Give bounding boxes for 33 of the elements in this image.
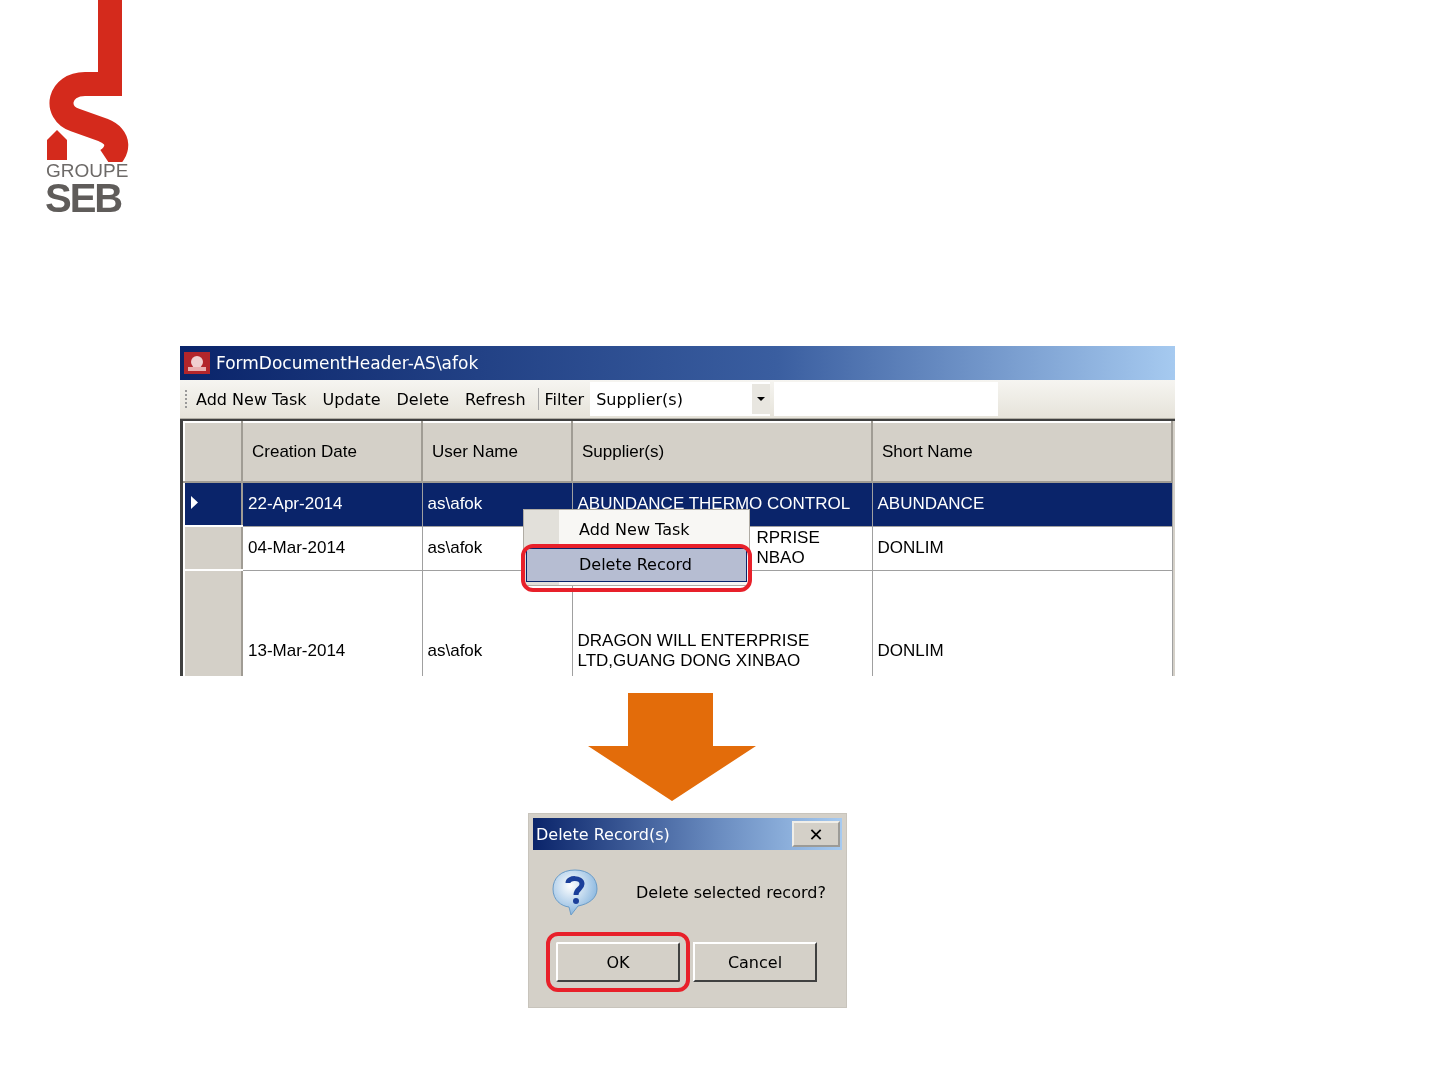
logo-text: SEB <box>45 180 122 216</box>
down-arrow-icon <box>588 693 756 801</box>
filter-dropdown[interactable]: Supplier(s) <box>590 382 771 416</box>
app-icon <box>184 352 210 374</box>
column-header[interactable]: Supplier(s) <box>572 422 872 482</box>
table-cell: ABUNDANCE <box>872 482 1172 526</box>
table-cell: 22-Apr-2014 <box>242 482 422 526</box>
table-cell: as\afok <box>422 570 572 676</box>
column-header[interactable]: Creation Date <box>242 422 422 482</box>
grid-corner <box>184 422 242 482</box>
row-selector[interactable] <box>184 482 242 526</box>
column-header[interactable]: Short Name <box>872 422 1172 482</box>
question-icon <box>551 868 599 916</box>
menu-item[interactable]: Delete Record <box>526 548 747 582</box>
logo-text: GROUPE <box>46 162 129 180</box>
column-header[interactable]: User Name <box>422 422 572 482</box>
toolbar-button[interactable]: Update <box>314 389 389 409</box>
dialog-button[interactable]: Cancel <box>693 942 817 982</box>
current-row-icon <box>191 496 198 509</box>
toolbar-button[interactable]: Delete <box>388 389 458 409</box>
dialog-title: Delete Record(s) <box>536 824 670 844</box>
table-cell: DONLIM <box>872 526 1172 570</box>
text-field[interactable] <box>774 382 999 416</box>
toolbar-button[interactable]: Refresh <box>457 389 534 409</box>
dialog-message: Delete selected record? <box>636 882 826 902</box>
filter-label: Filter <box>544 389 585 409</box>
toolbar-button[interactable]: Add New Task <box>188 389 315 409</box>
grip-icon <box>184 389 188 409</box>
window-title: FormDocumentHeader-AS\afok <box>216 353 479 373</box>
table-cell: 13-Mar-2014 <box>242 570 422 676</box>
table-cell: 04-Mar-2014 <box>242 526 422 570</box>
close-button[interactable]: ✕ <box>792 821 840 847</box>
table-cell: DONLIM <box>872 570 1172 676</box>
